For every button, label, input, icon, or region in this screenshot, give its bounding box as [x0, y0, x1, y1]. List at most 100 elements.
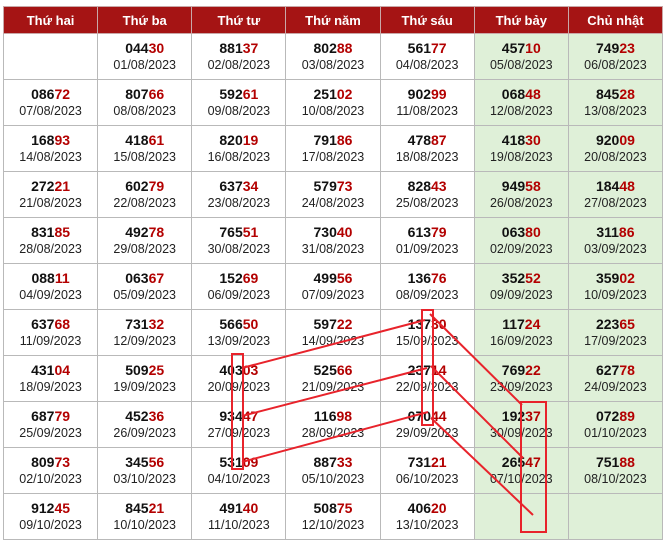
result-date: 03/08/2023	[301, 57, 365, 72]
result-lead-digits: 731	[125, 315, 149, 332]
result-date: 02/10/2023	[19, 471, 82, 486]
day-cell: 43104 18/09/2023	[2, 355, 99, 402]
header-friday: Thứ sáu	[379, 6, 475, 34]
day-cell: 88137 02/08/2023	[191, 33, 287, 80]
result-tail-digits: 72	[54, 85, 71, 102]
result-number: 80973	[4, 454, 97, 471]
result-number: 08811	[4, 270, 97, 287]
result-lead-digits: 731	[407, 453, 432, 470]
result-number: 82019	[192, 132, 285, 149]
result-date: 07/08/2023	[19, 103, 82, 118]
result-number: 45710	[475, 40, 568, 57]
calendar-body: 04430 01/08/2023 88137 02/08/2023 80288 03/08…	[2, 33, 664, 540]
weekday-header-row: Thứ hai Thứ ba Thứ tư Thứ năm Thứ sáu Th…	[2, 6, 664, 34]
result-number: 56177	[381, 40, 474, 57]
day-cell: 90299 11/08/2023	[379, 79, 475, 126]
result-date: 14/08/2023	[19, 149, 82, 164]
result-lead-digits: 579	[313, 177, 337, 194]
result-lead-digits: 881	[219, 39, 243, 56]
day-cell	[473, 493, 569, 540]
result-lead-digits: 272	[31, 177, 55, 194]
result-tail-digits: 23	[619, 39, 635, 56]
day-cell: 76551 30/08/2023	[191, 217, 287, 264]
result-lead-digits: 807	[125, 85, 149, 102]
calendar-week-row: 16893 14/08/2023 41861 15/08/2023 82019 16/08…	[2, 125, 664, 172]
result-number: 73121	[381, 454, 474, 471]
result-date: 18/09/2023	[19, 379, 82, 394]
result-date: 18/08/2023	[395, 149, 459, 164]
calendar-week-row: 63768 11/09/2023 73132 12/09/2023 56650 13/09…	[2, 309, 664, 356]
calendar-week-row: 08672 07/08/2023 80766 08/08/2023 59261 09/08…	[2, 79, 664, 126]
result-lead-digits: 949	[501, 177, 526, 194]
result-date: 08/08/2023	[113, 103, 176, 118]
result-date: 16/08/2023	[207, 149, 271, 164]
result-lead-digits: 791	[313, 131, 337, 148]
result-tail-digits: 28	[619, 85, 635, 102]
result-date: 27/08/2023	[584, 195, 647, 210]
day-cell: 35252 09/09/2023	[473, 263, 569, 310]
day-cell: 56177 04/08/2023	[379, 33, 475, 80]
result-date: 11/08/2023	[396, 103, 458, 118]
result-lead-digits: 637	[31, 315, 55, 332]
result-number: 91245	[4, 500, 97, 517]
result-lead-digits: 509	[125, 361, 149, 378]
day-cell: 50875 12/10/2023	[285, 493, 381, 540]
day-cell: 45236 26/09/2023	[97, 401, 193, 448]
header-sunday: Chủ nhật	[567, 6, 664, 34]
result-lead-digits: 887	[313, 453, 337, 470]
result-number: 73040	[286, 224, 379, 241]
result-number: 13730	[381, 316, 474, 333]
day-cell: 07289 01/10/2023	[567, 401, 664, 448]
result-number: 50925	[98, 362, 191, 379]
day-cell: 82843 25/08/2023	[379, 171, 475, 218]
day-cell: 88733 05/10/2023	[285, 447, 381, 494]
day-cell: 26547 07/10/2023	[473, 447, 569, 494]
result-lead-digits: 802	[313, 39, 337, 56]
day-cell	[567, 493, 664, 540]
result-tail-digits: 33	[336, 453, 353, 470]
day-cell: 60279 22/08/2023	[97, 171, 193, 218]
day-cell: 63768 11/09/2023	[2, 309, 99, 356]
result-date: 13/09/2023	[207, 333, 271, 348]
result-number: 80288	[286, 40, 379, 57]
result-number: 50875	[286, 500, 379, 517]
result-number: 73132	[98, 316, 191, 333]
result-lead-digits: 637	[219, 177, 243, 194]
result-date: 26/08/2023	[489, 195, 553, 210]
result-tail-digits: 73	[336, 177, 353, 194]
result-number: 07044	[381, 408, 474, 425]
result-lead-digits: 769	[501, 361, 526, 378]
result-number: 84521	[98, 500, 191, 517]
result-number: 08672	[4, 86, 97, 103]
result-lead-digits: 687	[31, 407, 55, 424]
result-tail-digits: 56	[336, 269, 353, 286]
day-cell: 59261 09/08/2023	[191, 79, 287, 126]
result-lead-digits: 352	[501, 269, 526, 286]
result-tail-digits: 32	[148, 315, 165, 332]
result-number: 41830	[475, 132, 568, 149]
day-cell: 84528 13/08/2023	[567, 79, 664, 126]
day-cell: 49956 07/09/2023	[285, 263, 381, 310]
result-tail-digits: 24	[524, 315, 541, 332]
day-cell: 31186 03/09/2023	[567, 217, 664, 264]
result-date: 06/08/2023	[584, 57, 647, 72]
result-number: 49140	[192, 500, 285, 517]
day-cell: 75188 08/10/2023	[567, 447, 664, 494]
result-lead-digits: 406	[407, 499, 432, 516]
result-date: 22/09/2023	[395, 379, 459, 394]
day-cell: 94958 26/08/2023	[473, 171, 569, 218]
day-cell: 61379 01/09/2023	[379, 217, 475, 264]
result-date: 26/09/2023	[113, 425, 176, 440]
result-number: 16893	[4, 132, 97, 149]
result-lead-digits: 063	[501, 223, 526, 240]
result-tail-digits: 67	[148, 269, 165, 286]
result-tail-digits: 30	[148, 39, 165, 56]
result-date: 24/09/2023	[584, 379, 647, 394]
result-number: 47887	[381, 132, 474, 149]
result-date: 09/09/2023	[489, 287, 553, 302]
result-number: 52566	[286, 362, 379, 379]
calendar-week-row: 04430 01/08/2023 88137 02/08/2023 80288 03/08…	[2, 33, 664, 80]
day-cell: 40620 13/10/2023	[379, 493, 475, 540]
result-tail-digits: 11	[54, 269, 70, 286]
result-tail-digits: 10	[525, 39, 541, 56]
